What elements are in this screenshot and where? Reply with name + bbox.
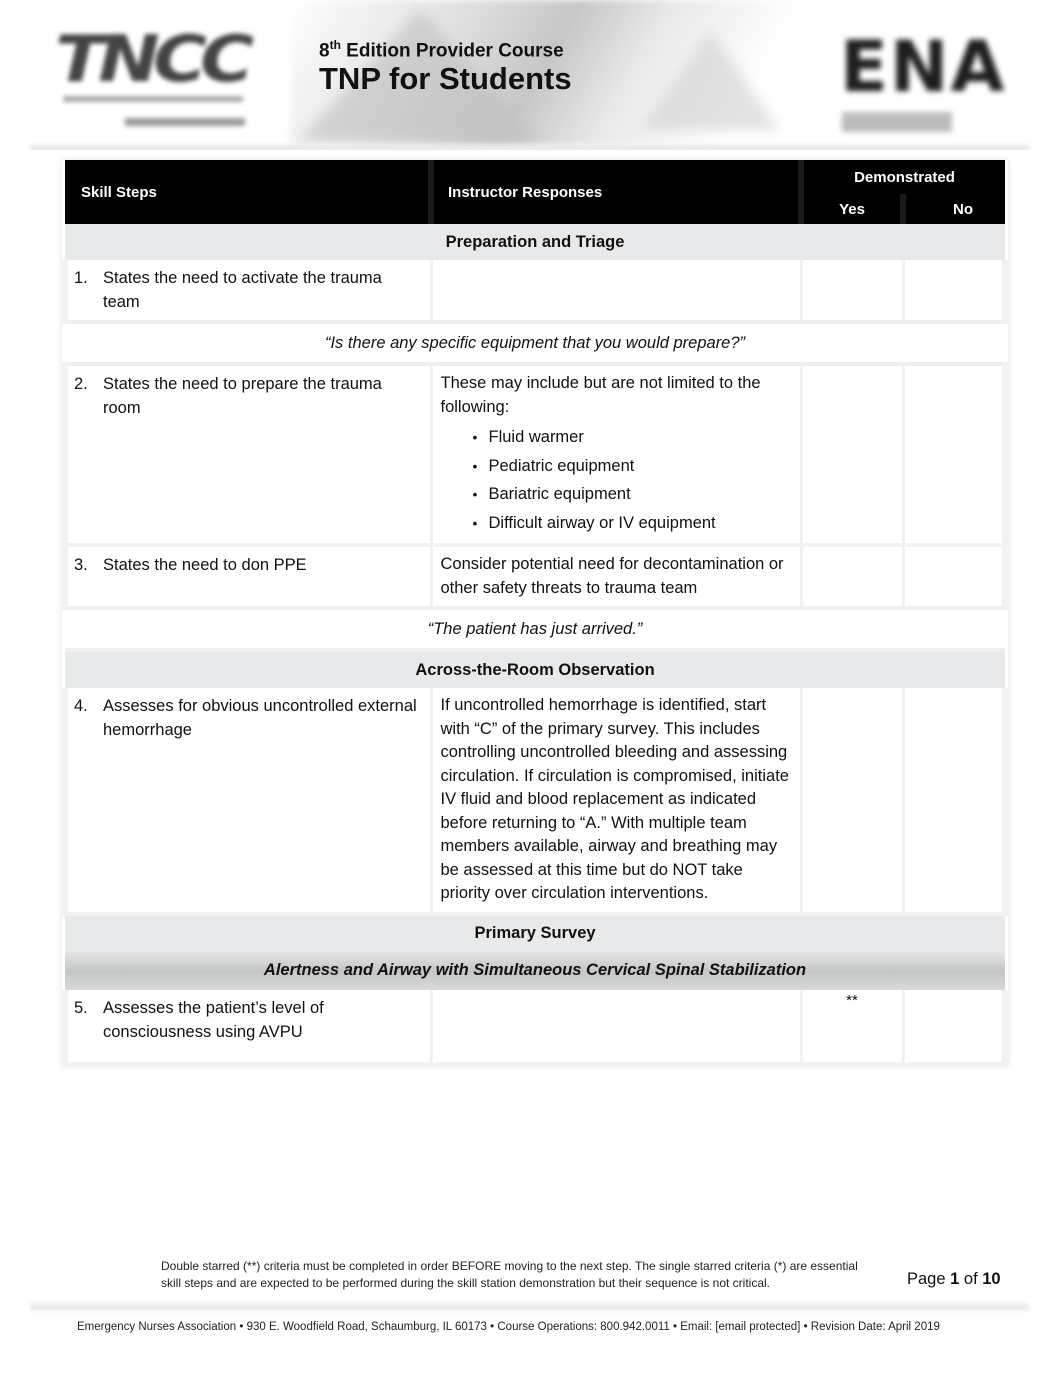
step-text: Assesses the patient’s level of consciou…	[103, 998, 324, 1041]
page-number: Page 1 of 10	[907, 1270, 1001, 1289]
table-row: 5. Assesses the patient’s level of consc…	[62, 989, 1009, 1064]
step-text: States the need to activate the trauma t…	[103, 269, 382, 311]
response-text: Consider potential need for decontaminat…	[440, 555, 784, 597]
starred-criteria-note: Double starred (**) criteria must be com…	[161, 1259, 858, 1290]
tncc-logo-tagline	[63, 96, 243, 102]
edition-suffix: th	[329, 38, 341, 52]
step-number: 2.	[74, 375, 88, 393]
equipment-list: Fluid warmer Pediatric equipment Bariatr…	[441, 423, 792, 537]
footer-address: Emergency Nurses Association • 930 E. Wo…	[77, 1321, 940, 1333]
list-item: Bariatric equipment	[473, 480, 792, 509]
double-star-marker: **	[846, 991, 858, 1009]
step-text: Assesses for obvious uncontrolled extern…	[103, 697, 417, 739]
tncc-logo-text: TNCC	[55, 23, 254, 97]
table-row: 3. States the need to don PPE Consider p…	[62, 545, 1009, 608]
tncc-logo: TNCC	[55, 28, 270, 130]
yes-checkbox-cell[interactable]	[799, 364, 905, 545]
section-title: Preparation and Triage	[65, 224, 1006, 260]
step-number: 4.	[74, 697, 88, 715]
list-item: Pediatric equipment	[473, 452, 792, 481]
no-checkbox-cell[interactable]	[901, 688, 1009, 914]
instructor-prompt: “Is there any specific equipment that yo…	[65, 320, 1006, 366]
title-block: 8th Edition Provider Course TNP for Stud…	[319, 34, 572, 96]
no-checkbox-cell[interactable]	[901, 260, 1009, 322]
section-title: Across-the-Room Observation	[65, 650, 1006, 688]
step-number: 3.	[74, 556, 88, 574]
yes-checkbox-cell[interactable]	[799, 688, 905, 914]
page-current: 1	[950, 1270, 960, 1288]
skill-cell: 1. States the need to activate the traum…	[62, 260, 433, 322]
step-number: 5.	[74, 998, 88, 1017]
step-number: 1.	[74, 269, 88, 287]
section-title: Primary Survey	[65, 913, 1006, 952]
edition-text: Edition Provider Course	[340, 40, 564, 62]
no-checkbox-cell[interactable]	[901, 545, 1009, 608]
header-decorative-shape	[640, 30, 780, 130]
section-row-across-the-room: Across-the-Room Observation	[65, 650, 1006, 688]
edition-subtitle: 8th Edition Provider Course	[319, 34, 572, 62]
skill-cell: 4. Assesses for obvious uncontrolled ext…	[62, 688, 433, 914]
page-of: of	[959, 1270, 983, 1288]
column-header-instructor-responses: Instructor Responses	[431, 160, 804, 224]
ena-logo: ENA	[840, 32, 1010, 142]
table-header-row: Skill Steps Instructor Responses Demonst…	[65, 160, 1006, 224]
header-divider	[30, 144, 1030, 150]
response-cell	[429, 989, 803, 1064]
skills-checklist-table: Skill Steps Instructor Responses Demonst…	[62, 160, 1009, 1066]
page-label: Page	[907, 1270, 951, 1288]
column-header-demonstrated: Demonstrated	[801, 160, 1006, 194]
tncc-logo-subtext	[125, 118, 245, 126]
footer-divider	[30, 1302, 1030, 1312]
response-cell: Consider potential need for decontaminat…	[429, 545, 803, 608]
yes-checkbox-cell[interactable]	[799, 545, 905, 608]
prompt-row: “Is there any specific equipment that yo…	[65, 320, 1006, 366]
section-row-primary-survey: Primary Survey	[65, 913, 1006, 952]
table-row: 4. Assesses for obvious uncontrolled ext…	[62, 688, 1009, 914]
skill-cell: 5. Assesses the patient’s level of consc…	[62, 989, 433, 1064]
column-header-skill-steps: Skill Steps	[65, 160, 434, 224]
step-text: States the need to don PPE	[103, 556, 307, 574]
ena-logo-text: ENA	[840, 26, 1007, 108]
response-cell: These may include but are not limited to…	[429, 364, 803, 545]
yes-checkbox-cell[interactable]: **	[799, 989, 905, 1064]
edition-number: 8	[319, 40, 330, 62]
page-title: TNP for Students	[319, 61, 572, 97]
column-header-no: No	[903, 194, 1006, 224]
prompt-row: “The patient has just arrived.”	[65, 606, 1006, 652]
response-text: If uncontrolled hemorrhage is identified…	[440, 696, 789, 902]
ena-logo-subtext	[842, 112, 952, 132]
instructor-prompt: “The patient has just arrived.”	[65, 606, 1006, 652]
subsection-row-airway: Alertness and Airway with Simultaneous C…	[65, 951, 1006, 990]
page-total: 10	[982, 1270, 1001, 1288]
skill-cell: 2. States the need to prepare the trauma…	[62, 364, 433, 545]
list-item: Fluid warmer	[473, 423, 792, 452]
page-header: TNCC 8th Edition Provider Course TNP for…	[0, 0, 1062, 150]
step-text: States the need to prepare the trauma ro…	[103, 375, 382, 417]
no-checkbox-cell[interactable]	[901, 989, 1009, 1064]
table-row: 2. States the need to prepare the trauma…	[62, 364, 1009, 545]
list-item: Difficult airway or IV equipment	[473, 509, 792, 538]
response-cell: If uncontrolled hemorrhage is identified…	[429, 688, 803, 914]
subsection-title: Alertness and Airway with Simultaneous C…	[65, 951, 1006, 990]
no-checkbox-cell[interactable]	[901, 364, 1009, 545]
table-row: 1. States the need to activate the traum…	[62, 260, 1009, 322]
response-cell	[429, 260, 803, 322]
response-text: These may include but are not limited to…	[440, 374, 761, 416]
section-row-preparation: Preparation and Triage	[65, 224, 1006, 260]
column-header-yes: Yes	[801, 194, 906, 224]
skill-cell: 3. States the need to don PPE	[62, 545, 433, 608]
yes-checkbox-cell[interactable]	[799, 260, 905, 322]
